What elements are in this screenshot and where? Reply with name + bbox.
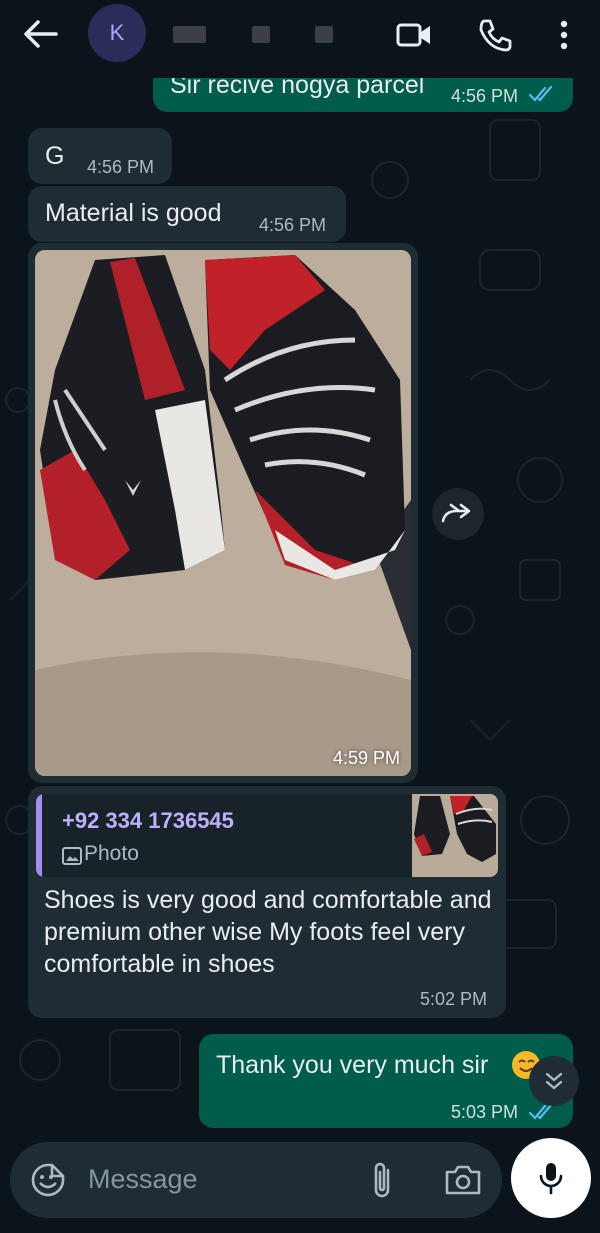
more-options-icon[interactable] [544, 15, 584, 55]
message-time: 5:02 PM [420, 989, 488, 1009]
quoted-sender: +92 334 1736545 [62, 808, 234, 833]
voice-message-button[interactable] [511, 1138, 591, 1218]
camera-icon[interactable] [444, 1163, 482, 1197]
read-receipt-icon [529, 86, 553, 102]
incoming-message[interactable]: Material is good 4:56 PM [28, 186, 346, 242]
incoming-message[interactable]: G 4:56 PM [28, 128, 172, 184]
scroll-down-icon [545, 1072, 563, 1090]
redacted-contact-name [252, 26, 270, 43]
photo-icon [62, 847, 82, 865]
quoted-photo-thumbnail [412, 794, 498, 877]
quoted-message[interactable]: +92 334 1736545 Photo [36, 794, 498, 877]
redacted-contact-name[interactable] [173, 26, 206, 43]
message-composer[interactable]: Message [10, 1142, 502, 1218]
contact-avatar[interactable]: K [88, 4, 146, 62]
forward-icon [441, 503, 471, 523]
message-text: Shoes is very good and comfortable and p… [44, 886, 492, 978]
message-time: 4:56 PM [87, 157, 155, 177]
video-call-icon[interactable] [394, 15, 434, 55]
quote-accent-bar [36, 794, 42, 877]
message-time: 5:03 PM [451, 1102, 519, 1122]
message-text: Material is good [45, 199, 222, 227]
message-input[interactable]: Message [88, 1164, 198, 1195]
mic-icon [539, 1163, 563, 1195]
attach-icon[interactable] [368, 1160, 396, 1200]
message-time: 4:56 PM [259, 215, 327, 235]
read-receipt-icon [529, 1104, 553, 1120]
message-text: G [45, 142, 65, 170]
shoes-photo[interactable] [35, 250, 411, 776]
back-arrow-icon[interactable] [20, 16, 60, 52]
emoji-icon[interactable] [30, 1162, 66, 1198]
outgoing-message[interactable]: Thank you very much sir 5:03 PM [199, 1034, 573, 1128]
incoming-photo-message[interactable]: 4:59 PM [28, 243, 418, 783]
message-time: 4:56 PM [451, 86, 519, 106]
redacted-contact-name [315, 26, 333, 43]
voice-call-icon[interactable] [474, 15, 514, 55]
chat-header: K [0, 0, 600, 78]
quoted-type: Photo [84, 842, 139, 865]
incoming-reply-message[interactable]: +92 334 1736545 Photo Shoes is very good… [28, 786, 506, 1018]
message-time: 4:59 PM [332, 748, 400, 768]
scroll-to-bottom-button[interactable] [529, 1056, 579, 1106]
forward-button[interactable] [432, 488, 484, 540]
message-text: Thank you very much sir [216, 1051, 489, 1079]
